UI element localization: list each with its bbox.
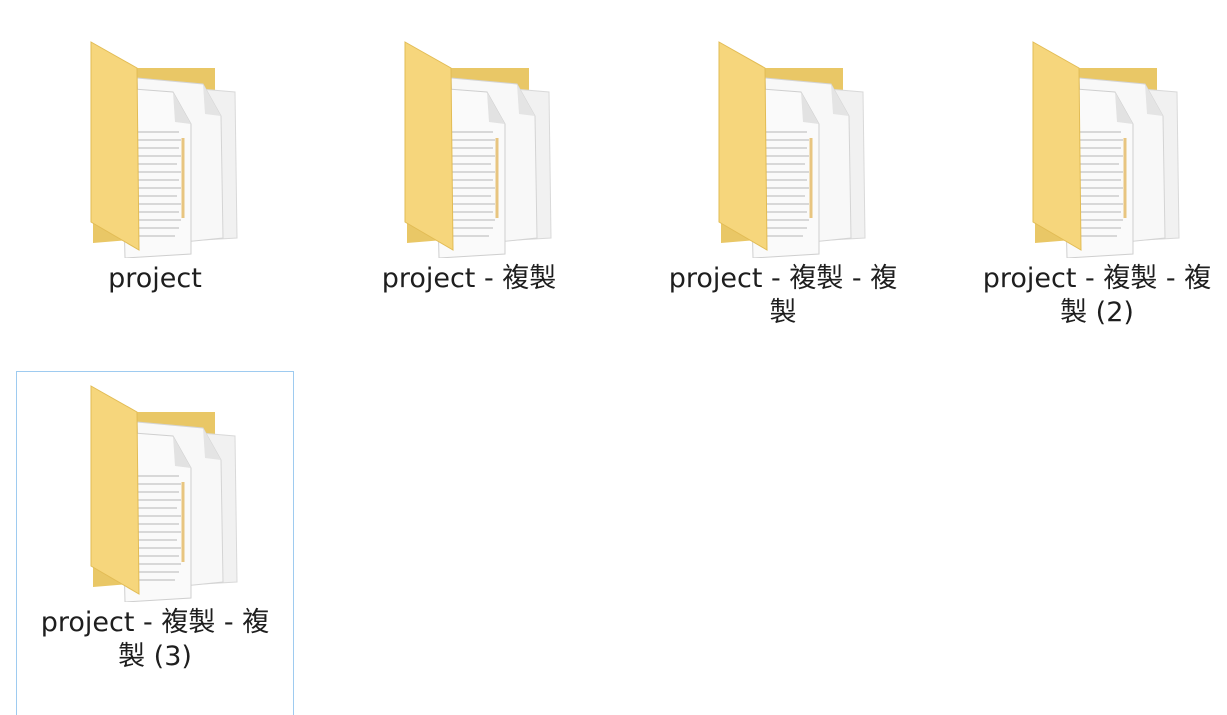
folder-name-label: project - 複製 [381,263,557,294]
folder-item-project-copy-copy-3[interactable]: project - 複製 - 複製 (3) [16,371,294,715]
folder-name-label: project - 複製 - 複製 (2) [982,263,1212,328]
folder-with-documents-icon [55,372,255,602]
folder-item-project-copy[interactable]: project - 複製 [330,28,608,296]
folder-item-project-copy-copy-2[interactable]: project - 複製 - 複製 (2) [958,28,1227,330]
folder-name-label: project - 複製 - 複製 (3) [40,607,270,672]
folder-with-documents-icon [997,28,1197,258]
folder-with-documents-icon [369,28,569,258]
folder-name-label: project [108,263,202,294]
file-explorer-icon-view: project project - 複製 project - 複製 - 複製 p… [0,0,1227,715]
folder-with-documents-icon [55,28,255,258]
folder-item-project-copy-copy[interactable]: project - 複製 - 複製 [644,28,922,330]
folder-with-documents-icon [683,28,883,258]
folder-name-label: project - 複製 - 複製 [668,263,898,328]
folder-item-project[interactable]: project [16,28,294,296]
